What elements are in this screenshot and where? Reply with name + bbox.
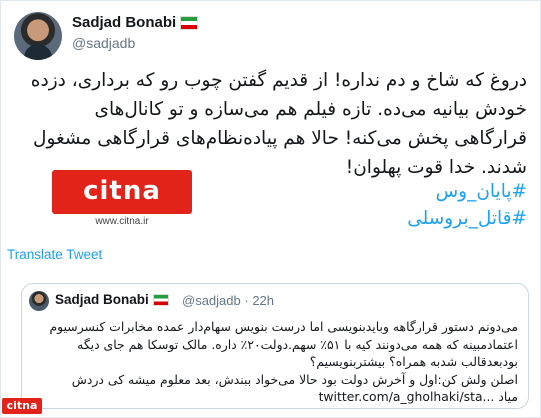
quoted-tweet[interactable]: Sadjad Bonabi @sadjadb · 22h می‌دونم دست…: [21, 283, 529, 409]
quoted-author-name-text: Sadjad Bonabi: [55, 292, 149, 307]
hashtag-link[interactable]: #قاتل_بروسلی: [407, 208, 527, 229]
hashtag-link[interactable]: #پایان_وس: [436, 181, 527, 202]
citna-watermark: citna: [2, 398, 42, 414]
author-name-text[interactable]: Sadjad Bonabi: [72, 14, 176, 31]
quoted-text-last-word: میاد: [498, 389, 518, 405]
quoted-tweet-link[interactable]: twitter.com/a_gholhaki/sta...: [319, 389, 495, 404]
iran-flag-icon: [180, 16, 199, 31]
quoted-text-line: اعتمادمبینه که همه می‌دونند کیه با ۵۱٪ س…: [77, 336, 518, 352]
quoted-author-handle-time: @sadjadb · 22h: [182, 293, 275, 308]
quoted-author-name: Sadjad Bonabi: [55, 292, 169, 307]
quoted-author-avatar: [29, 291, 49, 311]
quoted-text-line: بودبعدقالب شدبه همراه؟ بیشتربنویسیم؟: [309, 354, 518, 370]
citna-logo-mark: citna: [52, 170, 192, 214]
quoted-text-line: اصلن ولش کن:اول و آخرش دولت بود حالا می‌…: [71, 371, 518, 387]
translate-tweet-link[interactable]: Translate Tweet: [7, 247, 102, 262]
quoted-text-line: می‌دونم دستور قرارگاهه وبایدبنویسی اما د…: [49, 319, 519, 334]
author-avatar[interactable]: [14, 12, 62, 60]
quoted-author-handle: @sadjadb: [182, 293, 241, 308]
quoted-tweet-time: 22h: [252, 293, 275, 308]
citna-logo-text: citna: [83, 176, 161, 206]
tweet-text: دروغ که شاخ و دم نداره! از قدیم گفتن چوب…: [30, 70, 527, 178]
iran-flag-icon: [152, 294, 169, 307]
citna-logo-url: www.citna.ir: [95, 216, 149, 227]
author-name[interactable]: Sadjad Bonabi: [72, 14, 199, 31]
quoted-tweet-text: می‌دونم دستور قرارگاهه وبایدبنویسی اما د…: [28, 318, 519, 406]
author-handle[interactable]: @sadjadb: [72, 35, 135, 51]
citna-logo: citna www.citna.ir: [52, 170, 192, 232]
quoted-text-line: میاد twitter.com/a_gholhaki/sta...: [28, 388, 518, 406]
